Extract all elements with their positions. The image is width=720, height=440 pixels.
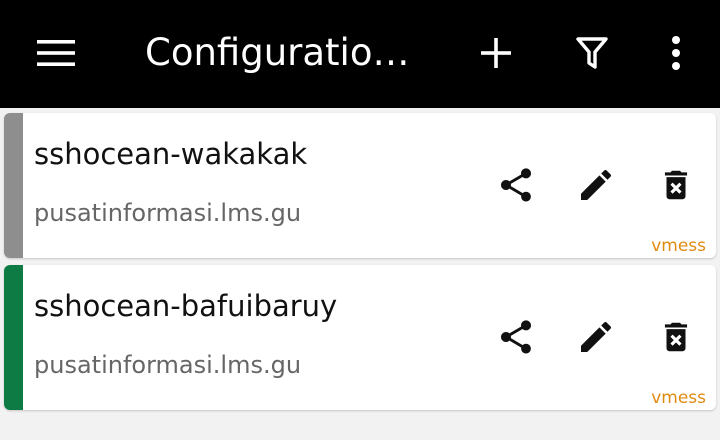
config-name: sshocean-bafuibaruy bbox=[34, 289, 338, 323]
top-app-bar: Configuratio… bbox=[0, 0, 720, 108]
delete-icon[interactable] bbox=[654, 315, 698, 359]
edit-icon[interactable] bbox=[574, 163, 618, 207]
more-vert-icon[interactable] bbox=[648, 25, 704, 81]
config-name: sshocean-wakakak bbox=[34, 137, 308, 171]
menu-icon[interactable] bbox=[28, 25, 84, 81]
config-address: pusatinformasi.lms.gu bbox=[34, 351, 302, 379]
edit-icon[interactable] bbox=[574, 315, 618, 359]
status-indicator bbox=[4, 113, 23, 258]
filter-icon[interactable] bbox=[564, 25, 620, 81]
share-icon[interactable] bbox=[494, 315, 538, 359]
page-title: Configuratio… bbox=[145, 31, 410, 74]
protocol-badge: vmess bbox=[651, 388, 706, 408]
config-list-item[interactable]: sshocean-bafuibaruy pusatinformasi.lms.g… bbox=[4, 265, 716, 410]
share-icon[interactable] bbox=[494, 163, 538, 207]
status-indicator bbox=[4, 265, 23, 410]
add-icon[interactable] bbox=[468, 25, 524, 81]
config-address: pusatinformasi.lms.gu bbox=[34, 199, 302, 227]
protocol-badge: vmess bbox=[651, 236, 706, 256]
config-list-item[interactable]: sshocean-wakakak pusatinformasi.lms.gu v… bbox=[4, 113, 716, 258]
delete-icon[interactable] bbox=[654, 163, 698, 207]
